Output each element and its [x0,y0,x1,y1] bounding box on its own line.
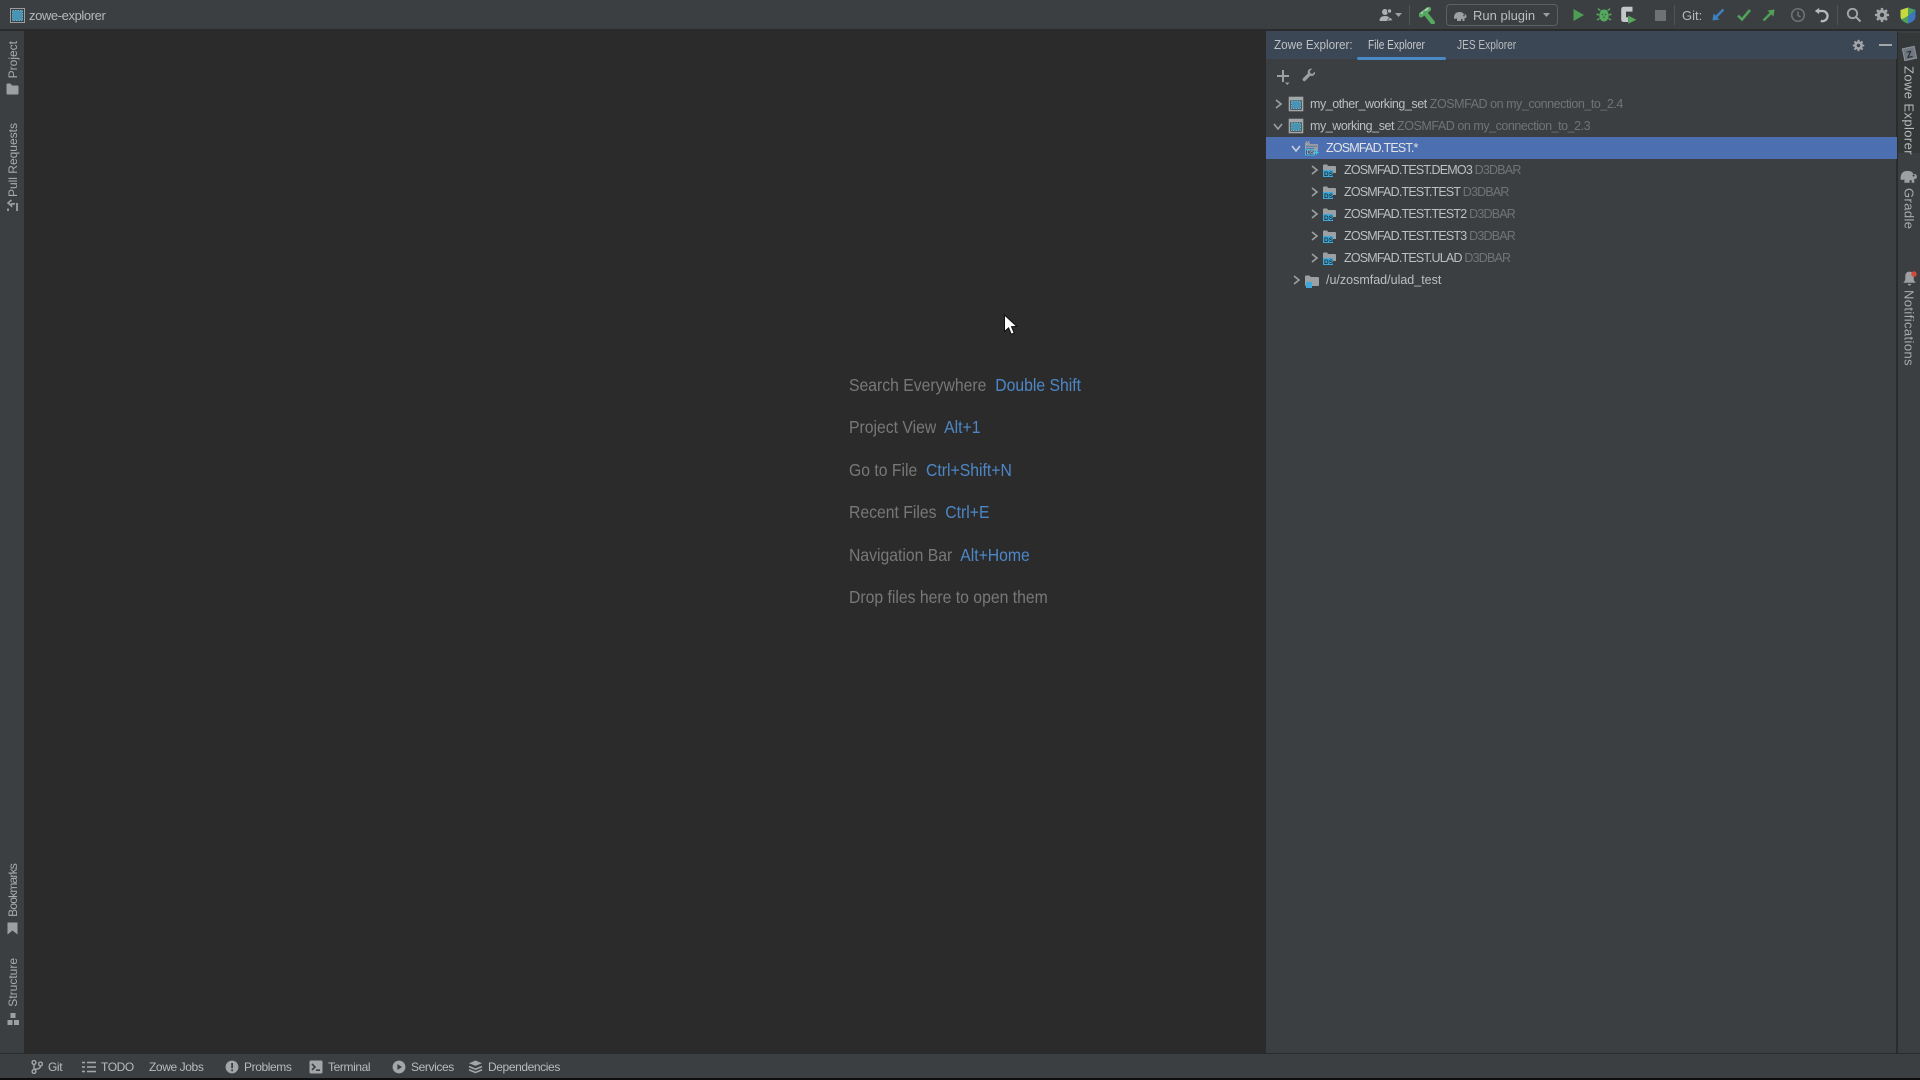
svg-text:DS: DS [1324,259,1334,266]
svg-text:DS: DS [1324,193,1334,200]
svg-text:DS: DS [1324,171,1334,178]
svg-text:DS: DS [1324,215,1334,222]
svg-text:DS: DS [1324,237,1334,244]
svg-text:DS: DS [1307,150,1315,156]
